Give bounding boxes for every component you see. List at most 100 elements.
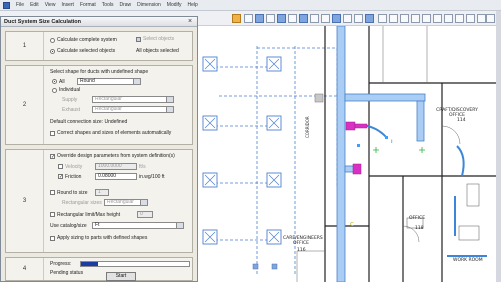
toolbar-tool-icon[interactable] [466, 14, 475, 23]
toolbar-tool-icon[interactable] [433, 14, 442, 23]
toolbar-tool-icon[interactable] [477, 14, 486, 23]
friction-field[interactable]: 0.08000 [95, 173, 137, 180]
radio-button[interactable] [52, 87, 57, 93]
option-label: Calculate selected objects [57, 48, 116, 54]
close-icon[interactable]: × [186, 18, 194, 26]
catalog-size-select[interactable]: Ft [92, 222, 184, 229]
round-to-size-field[interactable]: 1" [95, 189, 109, 196]
menu-modify[interactable]: Modify [167, 2, 182, 8]
room-label: CRAFT/DISCOVERY OFFICE [436, 108, 478, 118]
menu-format[interactable]: Format [80, 2, 96, 8]
status-text: Pending status [50, 270, 83, 276]
toolbar-tool-icon[interactable] [321, 14, 330, 23]
override-checkbox[interactable]: ✓ Override design parameters from system… [50, 153, 175, 159]
checkbox-label: Apply sizing to parts with defined shape… [57, 235, 148, 241]
toolbar-tool-icon[interactable] [332, 14, 341, 23]
menu-edit[interactable]: Edit [30, 2, 39, 8]
menu-file[interactable]: File [16, 2, 24, 8]
toolbar-tool-icon[interactable] [299, 14, 308, 23]
radio-button[interactable] [50, 37, 55, 43]
select-objects-label: Select objects [143, 36, 175, 42]
toolbar-tool-icon[interactable] [310, 14, 319, 23]
toolbar-tool-icon[interactable] [277, 14, 286, 23]
step-1-section: 1 Calculate complete system Calculate se… [5, 31, 193, 61]
option-complete-system[interactable]: Calculate complete system [50, 37, 117, 43]
toolbar-tool-icon[interactable] [354, 14, 363, 23]
shape-heading-text: Select shape for ducts with undefined sh… [50, 69, 149, 75]
toolbar-tool-icon[interactable] [266, 14, 275, 23]
radio-button[interactable] [52, 79, 57, 84]
menu-tools[interactable]: Tools [102, 2, 114, 8]
rect-sizes-select[interactable]: Rectangular [104, 199, 148, 206]
start-button[interactable]: Start [106, 272, 136, 281]
max-height-label: Rectangular limit/Max height [57, 211, 121, 218]
toolbar-tool-icon[interactable] [343, 14, 352, 23]
menu-view[interactable]: View [45, 2, 56, 8]
checkbox-label: Override design parameters from system d… [57, 153, 175, 159]
toolbar-tool-icon[interactable] [288, 14, 297, 23]
checkbox[interactable]: ✓ [50, 153, 55, 159]
toolbar-tool-icon[interactable] [444, 14, 453, 23]
toolbar-tool-icon[interactable] [411, 14, 420, 23]
round-to-size-checkbox[interactable] [50, 190, 55, 195]
option-all-shapes[interactable]: All Round [52, 78, 141, 85]
toolbar-tool-icon[interactable] [378, 14, 387, 23]
menu-help[interactable]: Help [188, 2, 198, 8]
menu-draw[interactable]: Draw [119, 2, 131, 8]
select-objects-icon [136, 36, 141, 42]
velocity-checkbox[interactable] [58, 164, 63, 169]
checkbox[interactable] [50, 235, 55, 241]
step-number: 1 [6, 32, 44, 60]
toolbar-tool-icon[interactable] [255, 14, 264, 23]
exhaust-label: Exhaust [62, 106, 81, 113]
exhaust-shape-select[interactable]: Rectangular [92, 106, 174, 113]
progress-bar [80, 261, 190, 267]
all-selected-text: All objects selected [136, 48, 179, 54]
menu-dimension[interactable]: Dimension [137, 2, 161, 8]
room-number: 114 [457, 118, 466, 123]
max-height-field[interactable]: 0" [137, 211, 153, 218]
step-number: 4 [6, 258, 44, 280]
toolbar-tool-icon[interactable] [244, 14, 253, 23]
room-label: CARE/ENGINEERS OFFICE [283, 236, 323, 246]
room-label: CORRIDOR [305, 116, 310, 138]
floor-plan-drawing: c ı [202, 26, 496, 282]
supply-shape-row: Supply Rectangular [62, 96, 174, 103]
max-height-checkbox[interactable] [50, 212, 55, 217]
friction-checkbox[interactable]: ✓ [58, 174, 63, 180]
friction-label: Friction [65, 173, 82, 180]
scrollbar[interactable] [496, 11, 501, 282]
progress-label: Progress: [50, 261, 71, 267]
option-individual-shapes[interactable]: Individual [52, 87, 80, 93]
svg-text:ı: ı [391, 138, 393, 145]
round-to-size-label: Round to size [57, 189, 88, 196]
all-selected-label: All objects selected [136, 48, 179, 54]
select-objects-button[interactable]: Select objects [136, 36, 174, 42]
toolbar-tool-icon[interactable] [365, 14, 374, 23]
drawing-canvas[interactable]: c ı CRAFT/DISCOVERY OFFICE CARE/ENGINEER… [197, 26, 496, 282]
default-connection-label: Default connection size: Undefined [50, 119, 128, 125]
toolbar-tool-icon[interactable] [389, 14, 398, 23]
svg-text:c: c [350, 220, 354, 228]
option-selected-objects[interactable]: Calculate selected objects [50, 48, 115, 54]
correct-shapes-checkbox[interactable]: Correct shapes and sizes of elements aut… [50, 130, 171, 136]
toolbar-tool-icon[interactable] [232, 14, 241, 23]
toolbar-tool-icon[interactable] [422, 14, 431, 23]
toolbar-tool-icon[interactable] [400, 14, 409, 23]
menu-bar: File Edit View Insert Format Tools Draw … [0, 0, 501, 11]
velocity-field[interactable]: 1000.0000 [95, 163, 137, 170]
checkbox[interactable] [50, 130, 55, 136]
room-number: 116 [297, 248, 306, 253]
toolbar-tool-icon[interactable] [486, 14, 495, 23]
velocity-unit: ft/s [139, 163, 146, 170]
apply-sizing-checkbox[interactable]: Apply sizing to parts with defined shape… [50, 235, 147, 241]
app-icon [3, 1, 10, 9]
menu-insert[interactable]: Insert [61, 2, 74, 8]
supply-shape-select[interactable]: Rectangular [92, 96, 174, 103]
velocity-label: Velocity [65, 163, 83, 170]
all-shape-select[interactable]: Round [77, 78, 141, 85]
radio-button[interactable] [50, 48, 55, 54]
option-label: Individual [59, 87, 81, 93]
exhaust-shape-row: Exhaust Rectangular [62, 106, 174, 113]
toolbar-tool-icon[interactable] [455, 14, 464, 23]
